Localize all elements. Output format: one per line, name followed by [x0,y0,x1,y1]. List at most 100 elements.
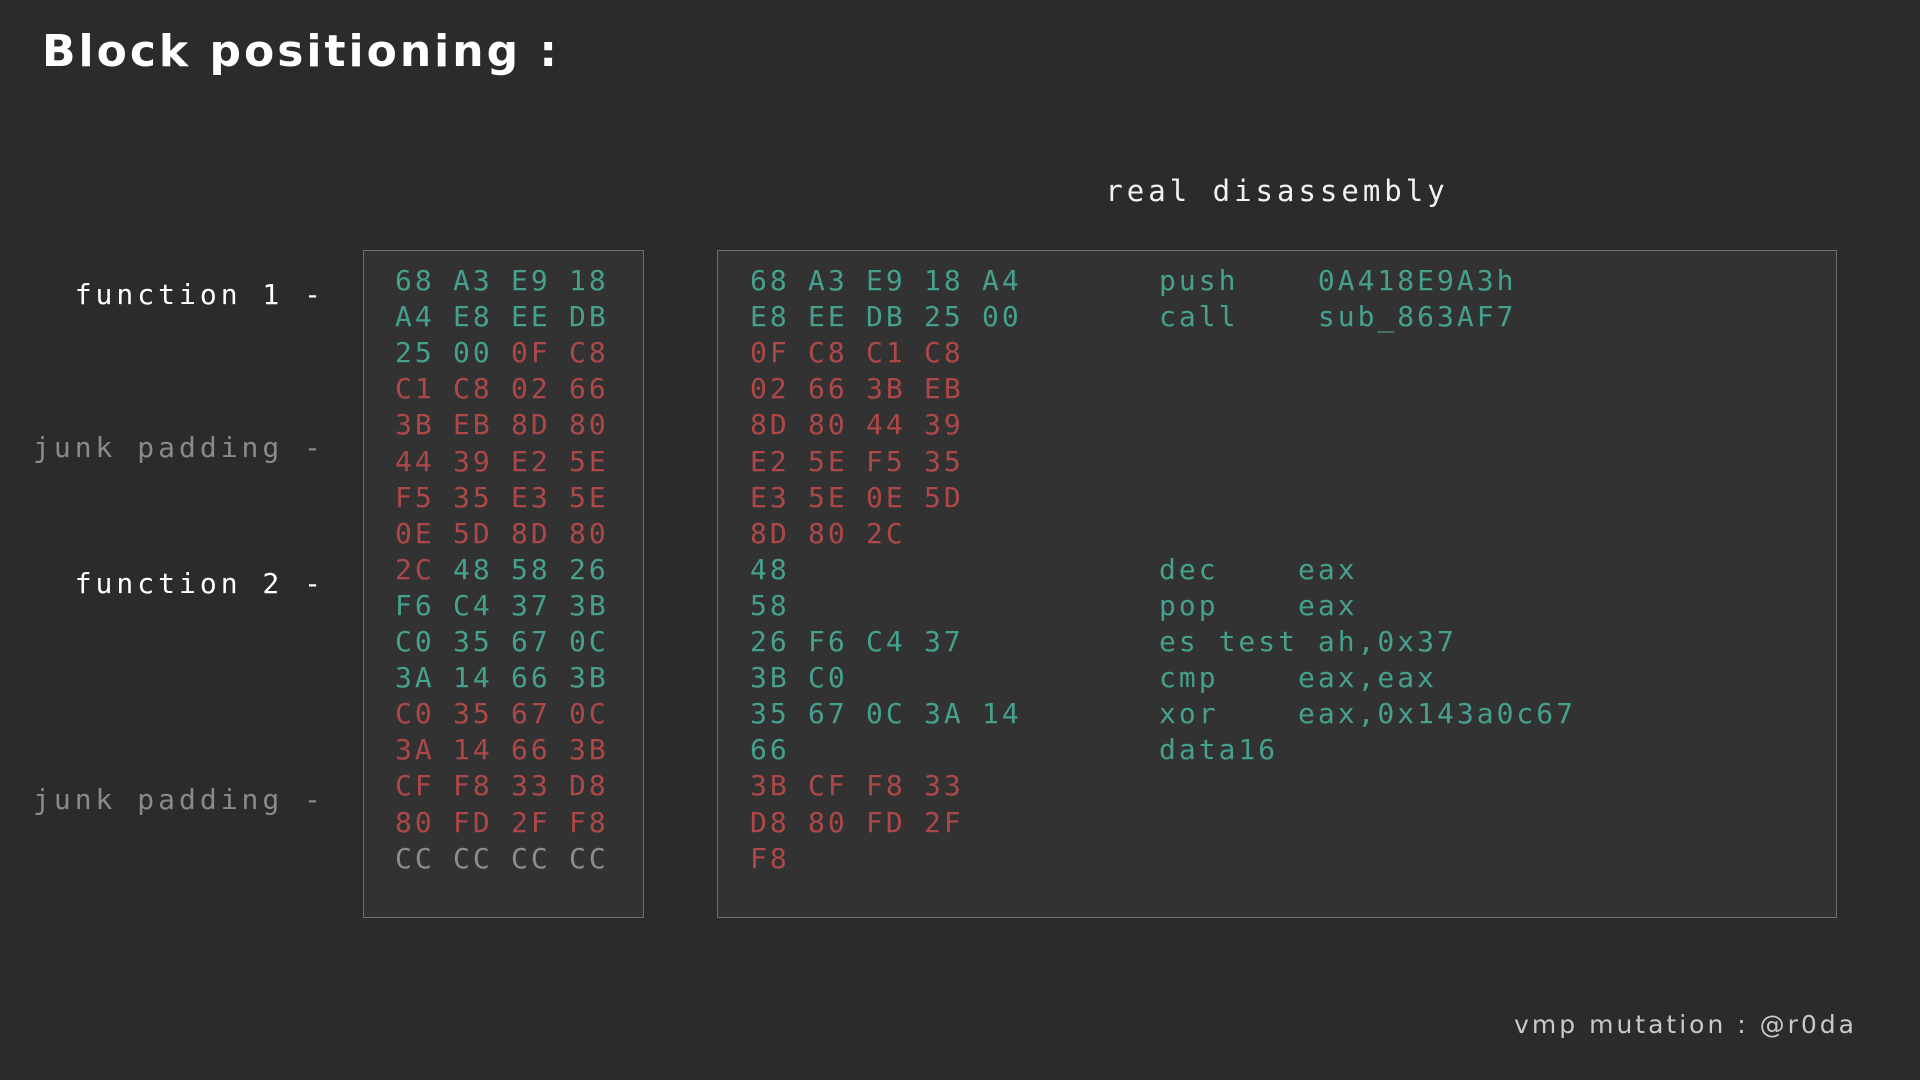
byte-junk: 8D [511,516,551,550]
byte-real: 25 [924,300,964,334]
disasm-bytes: 35 67 0C 3A 14 [750,696,1040,732]
byte-junk: 14 [453,733,493,767]
byte-junk: 66 [808,372,848,406]
byte-junk: 80 [808,408,848,442]
byte-junk: 3A [395,733,435,767]
byte-row: F6 C4 37 3B [395,588,627,624]
byte-junk: FD [866,805,906,839]
byte-pad: CC [511,841,551,875]
byte-junk: CF [808,769,848,803]
byte-junk: C8 [924,336,964,370]
byte-junk: 8D [511,408,551,442]
byte-real: A4 [982,264,1022,297]
disasm-bytes: E3 5E 0E 5D [750,480,982,516]
disasm-bytes: 68 A3 E9 18 A4 [750,263,1040,299]
byte-real: C4 [453,588,493,622]
byte-real: DB [569,300,609,334]
byte-junk: 44 [866,408,906,442]
disasm-bytes: 0F C8 C1 C8 [750,335,982,371]
byte-row: 68 A3 E9 18 [395,263,627,299]
byte-row: 25 00 0F C8 [395,335,627,371]
byte-junk: E2 [750,444,790,478]
byte-real: 0C [866,697,906,731]
byte-junk: 67 [511,697,551,731]
disasm-bytes: F8 [750,841,808,877]
disasm-bytes: 26 F6 C4 37 [750,624,982,660]
byte-real: 3B [569,588,609,622]
byte-pad: CC [395,841,435,875]
byte-junk: 33 [511,769,551,803]
byte-real: 66 [511,661,551,695]
byte-junk: 80 [569,516,609,550]
byte-junk: E2 [511,444,551,478]
disasm-bytes: 3B C0 [750,660,866,696]
byte-real: 35 [453,625,493,658]
byte-junk: 3B [750,769,790,803]
disasm-instruction: cmp eax,eax [1159,661,1438,695]
byte-junk: D8 [750,805,790,839]
byte-junk: 0C [569,697,609,731]
byte-row: 3A 14 66 3B [395,660,627,696]
byte-real: F6 [808,625,848,658]
byte-junk: 5E [808,480,848,514]
byte-junk: 02 [750,372,790,406]
disasm-bytes: 8D 80 2C [750,516,924,552]
byte-junk: 5E [569,444,609,478]
disasm-bytes: 48 [750,552,808,588]
byte-row: 2C 48 58 26 [395,552,627,588]
real-disassembly-panel: 68 A3 E9 18 A4 push 0A418E9A3h E8 EE DB 25 00 call … [717,250,1837,918]
byte-junk: 2C [866,516,906,550]
byte-real: EE [808,300,848,334]
byte-junk: C0 [395,697,435,731]
byte-real: 68 [395,264,435,297]
byte-row: C0 35 67 0C [395,624,627,660]
byte-real: EE [511,300,551,334]
junk-padding-2-label: junk padding - [32,783,325,816]
disasm-instruction: push 0A418E9A3h [1159,264,1517,297]
byte-real: 3B [569,661,609,695]
byte-real: 14 [453,661,493,695]
byte-junk: 3B [395,408,435,442]
byte-row: 3B EB 8D 80 [395,407,627,443]
byte-real: 00 [982,300,1022,334]
byte-real: E9 [866,264,906,297]
byte-real: 58 [750,588,790,622]
byte-junk: C1 [395,372,435,406]
byte-junk: EB [453,408,493,442]
byte-junk: F5 [866,444,906,478]
byte-real: 18 [569,264,609,297]
byte-real: 00 [453,336,493,370]
disasm-instruction: xor eax,0x143a0c67 [1159,697,1577,731]
byte-pad: CC [453,841,493,875]
byte-junk: 35 [924,444,964,478]
byte-real: A3 [808,264,848,297]
disasm-bytes: E8 EE DB 25 00 [750,299,1040,335]
byte-junk: 80 [569,408,609,442]
disasm-bytes: 3B CF F8 33 [750,768,982,804]
byte-junk: 0F [750,336,790,370]
byte-junk: F5 [395,480,435,514]
raw-bytes-panel: 68 A3 E9 18 A4 E8 EE DB 25 00 0F C8 C1 C8 02 66 3B EB 8D 80… [363,250,644,918]
byte-junk: 2C [395,552,435,586]
byte-real: 66 [750,733,790,767]
byte-real: A3 [453,264,493,297]
byte-junk: 66 [569,372,609,406]
byte-junk: F8 [750,841,790,875]
byte-junk: 35 [453,480,493,514]
byte-junk: 8D [750,516,790,550]
byte-real: 37 [511,588,551,622]
byte-row: 44 39 E2 5E [395,444,627,480]
disasm-bytes: 66 [750,732,808,768]
byte-real: DB [866,300,906,334]
byte-row: 3A 14 66 3B [395,732,627,768]
function-1-label: function 1 - [74,278,325,311]
byte-real: 26 [569,552,609,586]
byte-junk: 5E [569,480,609,514]
byte-junk: 39 [453,444,493,478]
byte-junk: 5E [808,444,848,478]
byte-junk: 8D [750,408,790,442]
byte-real: 18 [924,264,964,297]
disasm-bytes: 02 66 3B EB [750,371,982,407]
byte-junk: 2F [511,805,551,839]
disasm-bytes: E2 5E F5 35 [750,444,982,480]
